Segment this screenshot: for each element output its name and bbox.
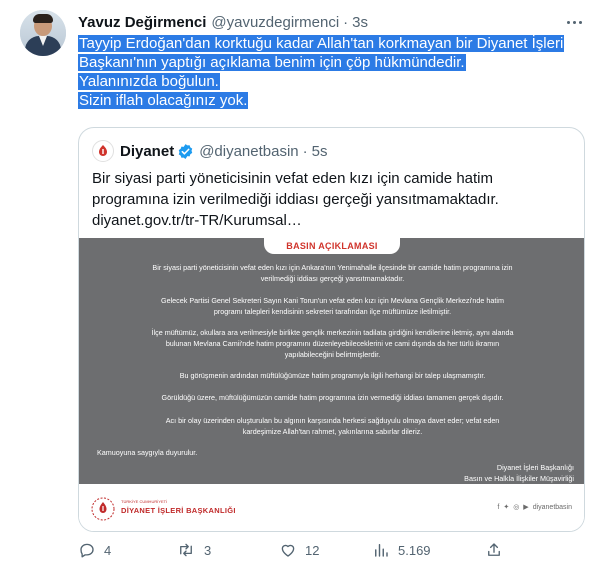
- tweet-timestamp[interactable]: 3s: [352, 14, 368, 31]
- footer-social-handle: diyanetbasin: [532, 503, 572, 511]
- author-avatar[interactable]: [20, 10, 66, 56]
- youtube-icon: ▶: [523, 504, 529, 511]
- views-button[interactable]: 5.169: [372, 538, 431, 562]
- retweet-icon: [180, 543, 192, 557]
- press-paragraph: Acı bir olay üzerinden oluşturulan bu al…: [165, 416, 500, 436]
- twitter-icon: ✦: [503, 504, 510, 511]
- separator-dot: ·: [343, 13, 349, 31]
- tweet: Yavuz Değirmenci @yavuzdegirmenci · 3s T…: [0, 0, 600, 568]
- diyanet-logo-icon: [91, 497, 115, 521]
- views-chart-icon: [375, 544, 388, 557]
- press-paragraph: Gelecek Partisi Genel Sekreteri Sayın Ka…: [161, 296, 504, 316]
- tweet-header: Yavuz Değirmenci @yavuzdegirmenci · 3s: [78, 12, 368, 32]
- press-release-body: BASIN AÇIKLAMASI Bir siyasi parti yöneti…: [79, 238, 584, 484]
- diyanet-avatar[interactable]: [92, 140, 114, 162]
- tweet-text: Tayyip Erdoğan'dan korktuğu kadar Allah'…: [78, 34, 565, 110]
- press-paragraph: Kamuoyuna saygıyla duyurulur.: [97, 448, 198, 457]
- quoted-text-line: programına izin verilmediği iddiası gerç…: [92, 191, 499, 208]
- share-button[interactable]: [485, 538, 503, 562]
- verified-badge-icon: [177, 143, 194, 160]
- like-count: 12: [305, 542, 320, 558]
- quoted-author-name[interactable]: Diyanet: [120, 143, 174, 160]
- press-paragraph: Bir siyasi parti yöneticisinin vefat ede…: [152, 263, 513, 283]
- quoted-timestamp[interactable]: 5s: [312, 143, 328, 160]
- footer-organization: DİYANET İŞLERİ BAŞKANLIĞI: [121, 506, 236, 515]
- views-count: 5.169: [398, 542, 431, 558]
- share-icon: [488, 543, 500, 556]
- footer-subtitle: TÜRKİYE CUMHURİYETİ: [121, 499, 168, 504]
- quoted-tweet[interactable]: Diyanet @diyanetbasin · 5s Bir siyasi pa…: [78, 127, 585, 532]
- quoted-text-line: Bir siyasi parti yöneticisinin vefat ede…: [92, 170, 494, 187]
- tweet-text-line: Başkanı'nın yaptığı açıklama benim için …: [78, 54, 466, 71]
- tweet-text-line: Yalanınızda boğulun.: [78, 73, 220, 90]
- more-options-icon[interactable]: [563, 13, 585, 31]
- reply-count: 4: [104, 542, 112, 558]
- reply-icon: [80, 543, 94, 558]
- author-name[interactable]: Yavuz Değirmenci: [78, 14, 206, 31]
- tweet-text-line: Sizin iflah olacağınız yok.: [78, 92, 249, 109]
- facebook-icon: f: [497, 503, 500, 511]
- retweet-button[interactable]: 3: [176, 538, 211, 562]
- footer-social: f ✦ ◎ ▶ diyanetbasin: [497, 503, 572, 512]
- tweet-actions: 4 3 12 5.169: [78, 538, 598, 562]
- retweet-count: 3: [204, 542, 212, 558]
- quoted-link[interactable]: diyanet.gov.tr/tr-TR/Kurumsal…: [92, 210, 577, 231]
- press-paragraph: Görüldüğü üzere, müftülüğümüzün camide h…: [161, 393, 504, 402]
- press-signature: Diyanet İşleri Başkanlığı Basın ve Halkl…: [464, 463, 574, 483]
- press-paragraph: İlçe müftümüz, okullara ara verilmesiyle…: [151, 328, 514, 359]
- reply-button[interactable]: 4: [78, 538, 111, 562]
- tweet-text-line: Tayyip Erdoğan'dan korktuğu kadar Allah'…: [78, 35, 565, 52]
- quoted-tweet-text: Bir siyasi parti yöneticisinin vefat ede…: [92, 168, 577, 231]
- press-paragraph: Bu görüşmenin ardından müftülüğümüze hat…: [179, 371, 486, 380]
- like-button[interactable]: 12: [279, 538, 319, 562]
- author-handle[interactable]: @yavuzdegirmenci: [211, 14, 339, 31]
- press-release-title: BASIN AÇIKLAMASI: [264, 238, 400, 254]
- quoted-author-handle[interactable]: @diyanetbasin: [199, 143, 298, 160]
- instagram-icon: ◎: [513, 504, 520, 511]
- heart-icon: [281, 544, 295, 557]
- press-release-image[interactable]: BASIN AÇIKLAMASI Bir siyasi parti yöneti…: [79, 238, 584, 531]
- separator-dot: ·: [302, 142, 308, 160]
- press-release-footer: TÜRKİYE CUMHURİYETİ DİYANET İŞLERİ BAŞKA…: [79, 484, 584, 531]
- quoted-tweet-header: Diyanet @diyanetbasin · 5s: [92, 140, 328, 162]
